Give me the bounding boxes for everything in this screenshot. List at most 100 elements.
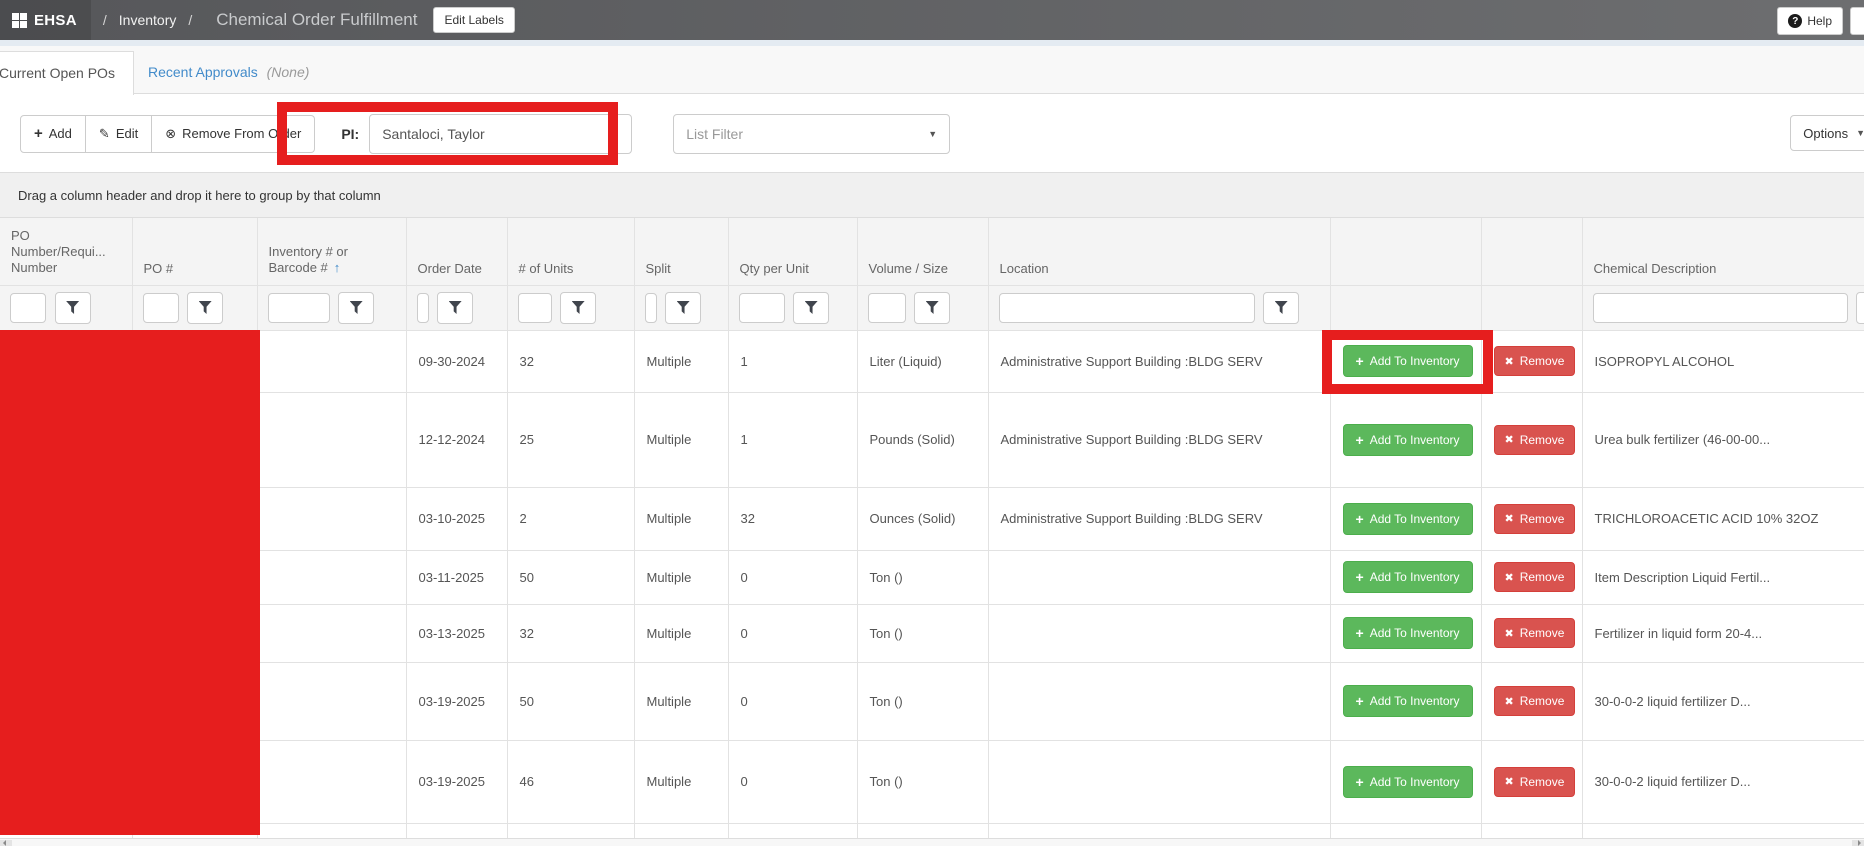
add-button[interactable]: + Add [20,115,86,153]
filter-button-location[interactable] [1263,292,1299,324]
cell-location [988,740,1330,823]
breadcrumb-inventory[interactable]: Inventory [119,12,177,28]
cell-units: 32 [507,330,634,392]
pi-dropdown[interactable]: Santaloci, Taylor ▼ [369,114,632,154]
x-icon: ✖ [1505,433,1514,446]
remove-button[interactable]: ✖ Remove [1494,425,1576,455]
cell-chemical-description: ISOPROPYL ALCOHOL [1582,330,1864,392]
column-header-units[interactable]: # of Units [507,218,634,285]
cell-add-action: + Add To Inventory [1330,604,1481,662]
edit-button[interactable]: ✎ Edit [86,115,152,153]
x-icon: ✖ [1505,775,1514,788]
filter-input-units[interactable] [518,293,552,323]
remove-button[interactable]: ✖ Remove [1494,686,1576,716]
filter-input-volume-size[interactable] [868,293,906,323]
column-header-split[interactable]: Split [634,218,728,285]
filter-input-qty-per-unit[interactable] [739,293,785,323]
cell-order-date: 09-30-2024 [406,330,507,392]
help-button[interactable]: ? Help [1777,7,1843,35]
filter-button-split[interactable] [665,292,701,324]
add-to-inventory-button[interactable]: + Add To Inventory [1343,766,1473,798]
horizontal-scrollbar[interactable] [0,838,1864,846]
column-header-po[interactable]: PO # [132,218,257,285]
cell-location [988,662,1330,740]
cell-units: 46 [507,740,634,823]
cell-remove-action: ✖ Remove [1481,392,1582,487]
remove-button[interactable]: ✖ Remove [1494,767,1576,797]
filter-button-units[interactable] [560,292,596,324]
filter-button-volume-size[interactable] [914,292,950,324]
cell-location: Administrative Support Building :BLDG SE… [988,392,1330,487]
filter-button-order-date[interactable] [437,292,473,324]
column-header-qty-per-unit[interactable]: Qty per Unit [728,218,857,285]
column-header-po-number[interactable]: PO Number/Requi... Number [0,218,132,285]
cell-inventory-barcode [257,392,406,487]
cell-add-action: + Add To Inventory [1330,662,1481,740]
add-to-inventory-button[interactable]: + Add To Inventory [1343,424,1473,456]
filter-button-chemical-description[interactable] [1856,292,1864,324]
table-row: 12-12-2024 25 Multiple 1 Pounds (Solid) … [0,392,1864,487]
cell-location [988,550,1330,604]
column-header-location[interactable]: Location [988,218,1330,285]
filter-input-split[interactable] [645,293,657,323]
funnel-icon [805,301,818,314]
remove-button[interactable]: ✖ Remove [1494,504,1576,534]
cell-order-date: 12-12-2024 [406,392,507,487]
page-title: Chemical Order Fulfillment [216,10,417,30]
column-header-order-date[interactable]: Order Date [406,218,507,285]
cell-volume-size: Ounces (Solid) [857,487,988,550]
tab-recent-approvals[interactable]: Recent Approvals (None) [148,51,309,94]
add-to-inventory-button[interactable]: + Add To Inventory [1343,561,1473,593]
filter-button-po-number[interactable] [55,292,91,324]
edit-labels-button[interactable]: Edit Labels [433,7,514,33]
filter-input-po[interactable] [143,293,179,323]
breadcrumb-separator: / [103,12,107,28]
add-to-inventory-button[interactable]: + Add To Inventory [1343,685,1473,717]
filter-row [0,285,1864,330]
tab-current-open-pos[interactable]: Current Open POs [0,51,134,95]
filter-button-po[interactable] [187,292,223,324]
add-to-inventory-button[interactable]: + Add To Inventory [1343,345,1473,377]
tab-recent-approvals-count: (None) [267,64,310,80]
filter-button-inventory-barcode[interactable] [338,292,374,324]
funnel-icon [572,301,585,314]
pi-label: PI: [341,126,359,142]
cell-add-action: + Add To Inventory [1330,740,1481,823]
options-button[interactable]: Options ▼ [1790,115,1864,151]
plus-icon: + [1356,696,1364,706]
filter-cell-inventory-barcode [257,285,406,330]
filter-input-order-date[interactable] [417,293,429,323]
add-to-inventory-button[interactable]: + Add To Inventory [1343,617,1473,649]
cell-add-action: + Add To Inventory [1330,392,1481,487]
funnel-icon [926,301,939,314]
cell-add-action: + Add To Inventory [1330,487,1481,550]
column-header-volume-size[interactable]: Volume / Size [857,218,988,285]
list-filter-dropdown[interactable]: List Filter ▼ [673,114,950,154]
tab-bar: Current Open POs Recent Approvals (None) [0,46,1864,94]
remove-button[interactable]: ✖ Remove [1494,618,1576,648]
toolbar: + Add ✎ Edit ⊗ Remove From Order PI: San… [0,95,1864,172]
table-row: 03-11-2025 50 Multiple 0 Ton () + Add To… [0,550,1864,604]
filter-cell-chemical-description [1582,285,1864,330]
clipped-corner-button[interactable] [1850,7,1864,35]
column-header-chemical-description[interactable]: Chemical Description [1582,218,1864,285]
table-row: 03-13-2025 32 Multiple 0 Ton () + Add To… [0,604,1864,662]
chevron-down-icon: ▼ [610,129,619,139]
cell-units: 50 [507,550,634,604]
remove-button[interactable]: ✖ Remove [1494,346,1576,376]
remove-button[interactable]: ✖ Remove [1494,562,1576,592]
filter-input-inventory-barcode[interactable] [268,293,330,323]
filter-cell-po [132,285,257,330]
remove-from-order-button[interactable]: ⊗ Remove From Order [152,115,315,153]
column-header-inventory-barcode[interactable]: Inventory # or Barcode #↑ [257,218,406,285]
cell-inventory-barcode [257,330,406,392]
filter-input-chemical-description[interactable] [1593,293,1848,323]
filter-input-location[interactable] [999,293,1255,323]
add-to-inventory-button[interactable]: + Add To Inventory [1343,503,1473,535]
plus-icon: + [1356,628,1364,638]
scroll-left-button[interactable] [0,840,12,846]
group-by-drop-zone[interactable]: Drag a column header and drop it here to… [0,172,1864,218]
filter-input-po-number[interactable] [10,293,46,323]
filter-button-qty-per-unit[interactable] [793,292,829,324]
app-logo[interactable]: EHSA [0,0,91,40]
